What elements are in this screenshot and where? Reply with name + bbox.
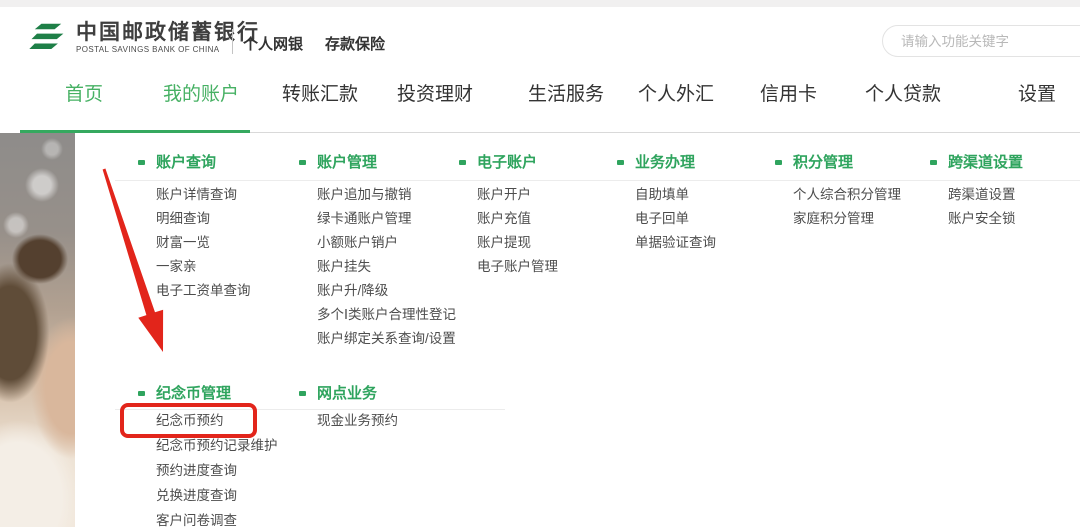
- menu-category-account-management: 账户管理: [299, 154, 377, 171]
- menu-category-points-management: 积分管理: [775, 154, 853, 171]
- menu-item[interactable]: 单据验证查询: [635, 231, 716, 255]
- bullet-icon: [138, 391, 145, 396]
- nav-personal-forex[interactable]: 个人外汇: [638, 82, 714, 108]
- menu-item[interactable]: 明细查询: [156, 207, 251, 231]
- bullet-icon: [299, 160, 306, 165]
- background-photo: [0, 133, 75, 527]
- menu-category-cross-channel: 跨渠道设置: [930, 154, 1023, 171]
- menu-category-branch-services: 网点业务: [299, 385, 377, 402]
- portal-link-deposit-insurance[interactable]: 存款保险: [325, 33, 385, 54]
- bullet-icon: [299, 391, 306, 396]
- menu-item[interactable]: 账户挂失: [317, 255, 456, 279]
- menu-item[interactable]: 个人综合积分管理: [793, 183, 901, 207]
- nav-credit-card[interactable]: 信用卡: [760, 82, 817, 108]
- menu-item[interactable]: 电子回单: [635, 207, 716, 231]
- menu-item[interactable]: 电子工资单查询: [156, 279, 251, 303]
- menu-list-e-account: 账户开户 账户充值 账户提现 电子账户管理: [477, 183, 558, 279]
- bullet-icon: [617, 160, 624, 165]
- nav-settings[interactable]: 设置: [1018, 82, 1056, 108]
- menu-list-points-management: 个人综合积分管理 家庭积分管理: [793, 183, 901, 231]
- menu-item[interactable]: 小额账户销户: [317, 231, 456, 255]
- menu-list-cross-channel: 跨渠道设置 账户安全锁: [948, 183, 1016, 231]
- bullet-icon: [459, 160, 466, 165]
- bank-logo[interactable]: 中国邮政储蓄银行 POSTAL SAVINGS BANK OF CHINA: [26, 16, 260, 60]
- menu-item[interactable]: 跨渠道设置: [948, 183, 1016, 207]
- menu-category-account-inquiry: 账户查询: [138, 154, 216, 171]
- menu-item[interactable]: 自助填单: [635, 183, 716, 207]
- menu-list-account-inquiry: 账户详情查询 明细查询 财富一览 一家亲 电子工资单查询: [156, 183, 251, 303]
- menu-divider: [115, 180, 1080, 181]
- menu-item[interactable]: 账户开户: [477, 183, 558, 207]
- menu-item[interactable]: 预约进度查询: [156, 458, 278, 483]
- menu-item[interactable]: 一家亲: [156, 255, 251, 279]
- nav-investment[interactable]: 投资理财: [397, 82, 473, 108]
- bullet-icon: [930, 160, 937, 165]
- main-nav: 首页 我的账户 转账汇款 投资理财 生活服务 个人外汇 信用卡 个人贷款 设置: [0, 82, 1080, 112]
- menu-list-account-management: 账户追加与撤销 绿卡通账户管理 小额账户销户 账户挂失 账户升/降级 多个Ⅰ类账…: [317, 183, 456, 351]
- menu-item[interactable]: 账户安全锁: [948, 207, 1016, 231]
- menu-item[interactable]: 多个Ⅰ类账户合理性登记: [317, 303, 456, 327]
- nav-home[interactable]: 首页: [65, 82, 103, 108]
- highlight-box: [120, 403, 257, 438]
- nav-life-services[interactable]: 生活服务: [528, 82, 604, 108]
- menu-item[interactable]: 兑换进度查询: [156, 483, 278, 508]
- bullet-icon: [775, 160, 782, 165]
- menu-item[interactable]: 财富一览: [156, 231, 251, 255]
- menu-item[interactable]: 账户绑定关系查询/设置: [317, 327, 456, 351]
- nav-transfer-remittance[interactable]: 转账汇款: [282, 82, 358, 108]
- menu-item[interactable]: 账户提现: [477, 231, 558, 255]
- menu-item[interactable]: 账户追加与撤销: [317, 183, 456, 207]
- window-top-strip: [0, 0, 1080, 7]
- menu-item[interactable]: 绿卡通账户管理: [317, 207, 456, 231]
- bank-logo-icon: [26, 16, 70, 60]
- menu-category-commemorative-coin: 纪念币管理: [138, 385, 231, 402]
- menu-category-business-handling: 业务办理: [617, 154, 695, 171]
- nav-bottom-border: [250, 132, 1080, 133]
- menu-item[interactable]: 现金业务预约: [317, 408, 398, 433]
- bullet-icon: [138, 160, 145, 165]
- menu-item[interactable]: 账户升/降级: [317, 279, 456, 303]
- menu-list-business-handling: 自助填单 电子回单 单据验证查询: [635, 183, 716, 255]
- menu-item[interactable]: 电子账户管理: [477, 255, 558, 279]
- menu-item[interactable]: 账户充值: [477, 207, 558, 231]
- header-divider: [232, 29, 233, 54]
- page: 中国邮政储蓄银行 POSTAL SAVINGS BANK OF CHINA 个人…: [0, 0, 1080, 527]
- menu-item[interactable]: 家庭积分管理: [793, 207, 901, 231]
- menu-list-branch-services: 现金业务预约: [317, 408, 398, 433]
- nav-personal-loan[interactable]: 个人贷款: [865, 82, 941, 108]
- menu-category-e-account: 电子账户: [459, 154, 537, 171]
- search-input[interactable]: [882, 25, 1080, 57]
- portal-link-personal-banking[interactable]: 个人网银: [243, 33, 303, 54]
- nav-my-accounts[interactable]: 我的账户: [163, 82, 239, 108]
- menu-item[interactable]: 账户详情查询: [156, 183, 251, 207]
- menu-item[interactable]: 客户问卷调查: [156, 508, 278, 527]
- portal-links: 个人网银 存款保险: [243, 33, 385, 54]
